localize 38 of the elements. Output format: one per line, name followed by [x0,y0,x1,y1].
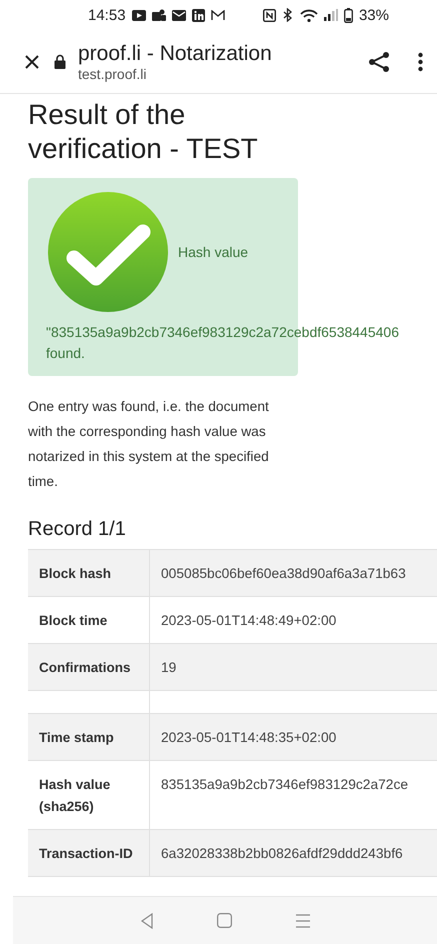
record-title: Record 1/1 [28,518,127,541]
more-menu-icon [418,52,423,72]
page-title: proof.li - Notarization [78,42,273,66]
row-label: Hash value (sha256) [28,761,150,829]
check-circle-icon [46,190,170,314]
row-label: Time stamp [28,714,150,760]
row-value: 19 [160,659,178,677]
row-value: 835135a9a9b2cb7346ef983129c2a72ce [160,776,410,794]
page-url: test.proof.li [78,66,148,82]
row-value: 2023-05-01T14:48:35+02:00 [160,729,338,747]
menu-icon [294,914,310,928]
battery-percentage: 33% [358,6,389,24]
bluetooth-icon [282,8,294,22]
hash-value: "835135a9a9b2cb7346ef983129c2a72cebdf6538445406 [46,323,399,342]
home-icon [216,913,232,928]
row-value: 005085bc06bef60ea38d90af6a3a71b63 [160,565,407,583]
close-icon [24,54,40,70]
row-value: 6a32028338b2bb0826afdf29ddd243bf6 [160,845,404,863]
row-label: Block hash [28,550,150,596]
page-heading: Result of the verification - TEST [28,98,259,166]
description-text: One entry was found, i.e. the document with the corresponding hash value was notarized in this system at the specified time. [28,398,270,491]
square-logo-icon [192,8,205,22]
nfc-icon [262,8,276,22]
clock-time: 14:53 [88,6,126,24]
result-label: Hash value [178,244,248,260]
row-label: Block time [28,597,150,643]
battery-icon [344,8,353,22]
row-label: Confirmations [28,644,150,690]
share-icon [368,50,390,72]
result-status: found. [46,344,86,363]
back-icon [140,912,154,928]
row-label: Transaction-ID [28,830,150,876]
signal-icon [324,9,338,21]
wifi-icon [300,8,318,22]
lock-icon [54,54,66,69]
video-icon [132,10,146,20]
row-value: 2023-05-01T14:48:49+02:00 [160,612,338,630]
mail-icon [172,10,186,20]
